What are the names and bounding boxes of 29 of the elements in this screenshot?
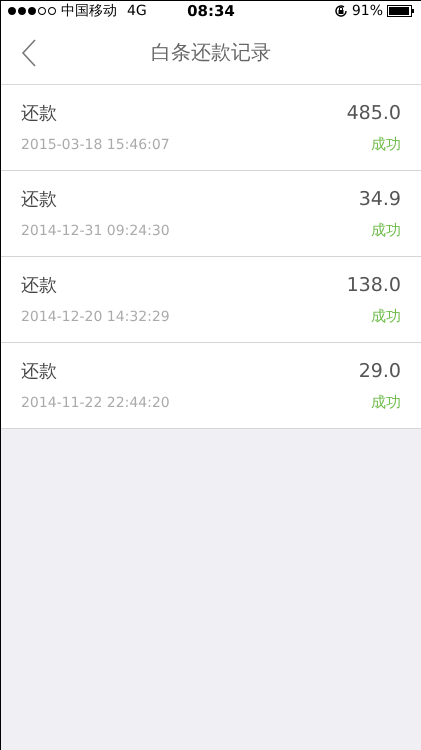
- record-item[interactable]: 还款 485.0 2015-03-18 15:46:07 成功: [1, 85, 421, 171]
- clock-time: 08:34: [187, 2, 235, 20]
- battery-percent: 91%: [352, 3, 383, 19]
- record-item[interactable]: 还款 29.0 2014-11-22 22:44:20 成功: [1, 343, 421, 429]
- record-type: 还款: [21, 274, 57, 297]
- record-type: 还款: [21, 102, 57, 125]
- rotation-lock-icon: [334, 4, 348, 18]
- network-type: 4G: [127, 3, 147, 19]
- back-icon[interactable]: [21, 38, 37, 66]
- record-type: 还款: [21, 188, 57, 211]
- record-item[interactable]: 还款 138.0 2014-12-20 14:32:29 成功: [1, 257, 421, 343]
- page-title: 白条还款记录: [151, 39, 271, 66]
- record-amount: 29.0: [358, 360, 401, 382]
- battery-icon: [387, 5, 415, 17]
- record-time: 2014-11-22 22:44:20: [21, 395, 170, 411]
- record-status: 成功: [371, 393, 401, 412]
- record-amount: 485.0: [346, 102, 401, 124]
- record-status: 成功: [371, 135, 401, 154]
- record-time: 2015-03-18 15:46:07: [21, 137, 170, 153]
- record-type: 还款: [21, 360, 57, 383]
- record-amount: 138.0: [346, 274, 401, 296]
- record-amount: 34.9: [358, 188, 401, 210]
- record-status: 成功: [371, 307, 401, 326]
- record-status: 成功: [371, 221, 401, 240]
- record-time: 2014-12-20 14:32:29: [21, 309, 170, 325]
- carrier-name: 中国移动: [61, 2, 117, 20]
- record-item[interactable]: 还款 34.9 2014-12-31 09:24:30 成功: [1, 171, 421, 257]
- record-time: 2014-12-31 09:24:30: [21, 223, 170, 239]
- signal-icon: [7, 6, 57, 16]
